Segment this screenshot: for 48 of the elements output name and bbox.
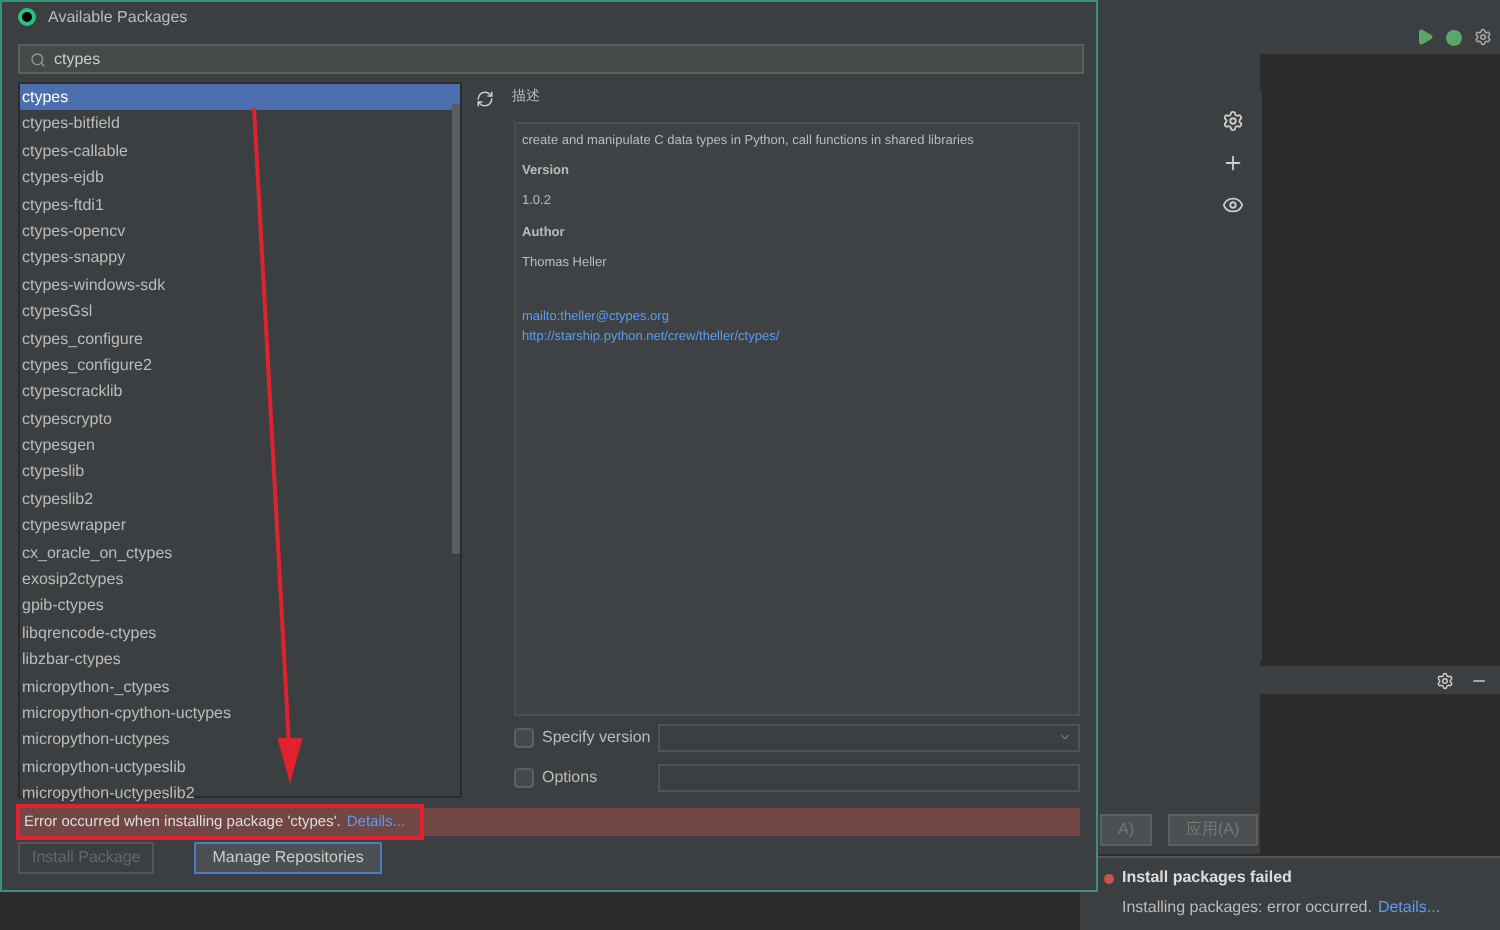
dialog-button[interactable]: Manage Repositories	[194, 842, 382, 874]
package-item[interactable]: cx_oracle_on_ctypes	[20, 539, 460, 567]
settings-icon[interactable]	[1436, 671, 1454, 689]
package-item[interactable]: ctypes-ejdb	[20, 164, 460, 192]
caret-icon	[1058, 730, 1072, 744]
package-item[interactable]: ctypesGsl	[20, 298, 460, 326]
add-icon[interactable]	[1222, 152, 1244, 174]
package-item[interactable]: gpib-ctypes	[20, 592, 460, 620]
package-item[interactable]: ctypes-callable	[20, 137, 460, 165]
package-item[interactable]: ctypes-opencv	[20, 217, 460, 245]
checkbox[interactable]	[514, 727, 534, 747]
notification-title: Install packages failed	[1122, 866, 1292, 890]
debug-icon[interactable]	[1446, 29, 1462, 45]
package-item[interactable]: ctypeslib2	[20, 485, 460, 513]
package-item[interactable]: ctypescrypto	[20, 405, 460, 433]
package-item[interactable]: ctypeswrapper	[20, 512, 460, 540]
package-item[interactable]: libzbar-ctypes	[20, 646, 460, 674]
notification-message: Installing packages: error occurred.	[1122, 896, 1372, 920]
details-link[interactable]: Details...	[1377, 896, 1441, 920]
checkbox[interactable]	[514, 767, 534, 787]
package-item[interactable]: ctypescracklib	[20, 378, 460, 406]
package-item[interactable]: ctypes_configure	[20, 325, 460, 352]
package-item[interactable]: ctypeslib	[20, 458, 460, 486]
refresh-icon[interactable]	[476, 90, 494, 108]
package-item[interactable]: exosip2ctypes	[20, 566, 460, 593]
package-item[interactable]: ctypes-bitfield	[20, 110, 460, 138]
package-item[interactable]: ctypes_configure2	[20, 351, 460, 379]
search-icon	[30, 51, 46, 67]
package-item[interactable]: ctypes	[20, 84, 460, 111]
checkbox-label: Specify version	[542, 725, 650, 749]
eye-icon[interactable]	[1222, 194, 1244, 216]
package-item[interactable]: ctypes-windows-sdk	[20, 271, 460, 299]
settings-icon[interactable]	[1222, 110, 1244, 132]
package-item[interactable]: libqrencode-ctypes	[20, 619, 460, 647]
checkbox-label: Options	[542, 765, 600, 789]
run-icon[interactable]	[1416, 28, 1434, 46]
package-item[interactable]: ctypes-snappy	[20, 244, 460, 272]
package-item[interactable]: micropython-_ctypes	[20, 673, 460, 700]
package-item[interactable]: micropython-uctypes	[20, 726, 460, 754]
gear-icon[interactable]	[1474, 28, 1492, 46]
search-field[interactable]: ctypes	[18, 44, 1084, 74]
package-item[interactable]: ctypes-ftdi1	[20, 191, 460, 218]
package-item[interactable]: micropython-uctypeslib	[20, 753, 460, 781]
app-logo-icon	[18, 8, 36, 26]
package-item[interactable]: ctypesgen	[20, 432, 460, 459]
package-item[interactable]: micropython-uctypeslib2	[20, 780, 460, 808]
package-item[interactable]: micropython-cpython-uctypes	[20, 699, 460, 727]
window-title: Available Packages	[48, 5, 188, 29]
